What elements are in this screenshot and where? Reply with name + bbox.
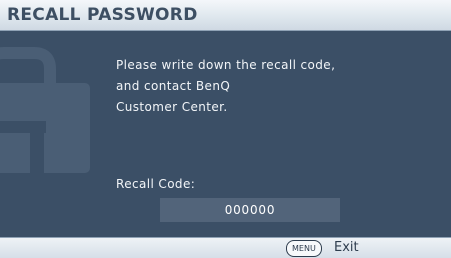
message-line: Customer Center.: [116, 100, 228, 114]
footer-bar: MENU Exit: [0, 237, 451, 258]
instruction-message: Please write down the recall code, and c…: [116, 55, 335, 118]
dialog-title: RECALL PASSWORD: [7, 5, 198, 25]
message-line: Please write down the recall code,: [116, 58, 336, 72]
recall-code-field: 000000: [160, 198, 340, 222]
message-line: and contact BenQ: [116, 79, 231, 93]
content-panel: Please write down the recall code, and c…: [0, 31, 451, 237]
lock-icon: [0, 47, 90, 173]
recall-password-dialog: RECALL PASSWORD Please write down the re…: [0, 0, 451, 258]
recall-code-label: Recall Code:: [116, 177, 196, 191]
exit-label: Exit: [334, 240, 359, 255]
menu-key-icon[interactable]: MENU: [286, 240, 322, 257]
title-bar: RECALL PASSWORD: [0, 0, 451, 31]
